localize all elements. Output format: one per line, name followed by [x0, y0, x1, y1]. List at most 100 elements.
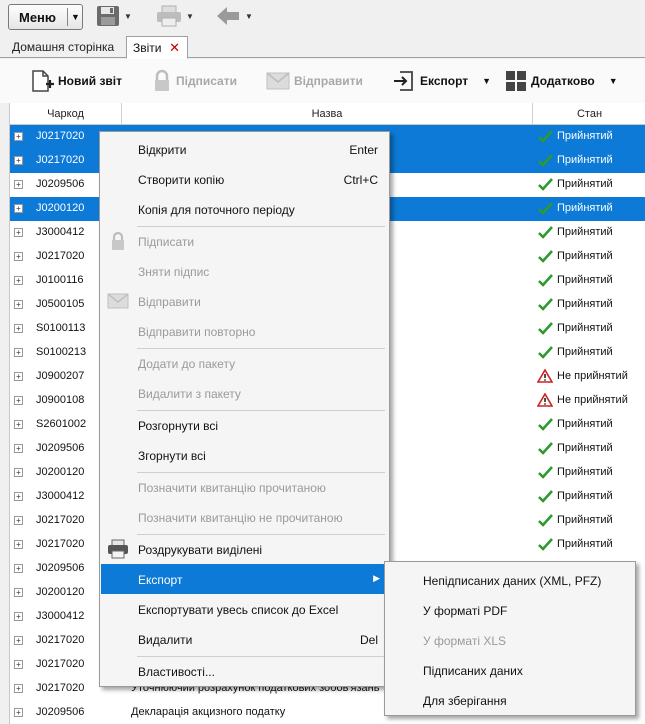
menu-item-0[interactable]: Відкрити Enter — [101, 134, 388, 164]
chevron-right-icon: ▶ — [373, 573, 380, 583]
expand-icon[interactable]: + — [14, 204, 23, 213]
expand-icon[interactable]: + — [14, 372, 23, 381]
expand-icon[interactable]: + — [14, 636, 23, 645]
chevron-down-icon[interactable]: ▼ — [124, 12, 132, 21]
tab-reports[interactable]: Звіти ✕ — [126, 36, 188, 59]
new-report-button[interactable]: Новий звіт — [30, 68, 122, 94]
menu-item-1[interactable]: Створити копію Ctrl+C — [101, 164, 388, 194]
menu-item-shortcut: Ctrl+C — [343, 173, 378, 187]
submenu-item-label: Для зберігання — [423, 694, 507, 708]
menu-item-9[interactable]: Додати до пакету — [101, 348, 388, 378]
checkmark-icon — [537, 489, 553, 503]
expand-icon[interactable]: + — [14, 156, 23, 165]
chevron-down-icon[interactable]: ▼ — [609, 76, 618, 86]
menu-item-7[interactable]: Відправити повторно — [101, 316, 388, 346]
menu-item-6[interactable]: Відправити — [101, 286, 388, 316]
additional-button[interactable]: Додатково ▼ — [505, 68, 618, 94]
menu-item-label: Додати до пакету — [138, 357, 236, 371]
menu-item-label: Відкрити — [138, 143, 187, 157]
menu-item-13[interactable]: Згорнути всі — [101, 440, 388, 470]
expand-icon[interactable]: + — [14, 588, 23, 597]
submenu-item-0[interactable]: Непідписаних даних (XML, PFZ) — [386, 564, 634, 594]
tab-home-page[interactable]: Домашня сторінка — [6, 36, 126, 58]
menu-item-18[interactable]: Роздрукувати виділені — [101, 534, 388, 564]
chevron-down-icon[interactable]: ▼ — [482, 76, 491, 86]
status-text: Не прийнятий — [557, 394, 628, 406]
expand-icon[interactable]: + — [14, 612, 23, 621]
submenu-item-3[interactable]: Підписаних даних — [386, 654, 634, 684]
menu-item-21[interactable]: Видалити Del — [101, 624, 388, 654]
expand-icon[interactable]: + — [14, 276, 23, 285]
send-button[interactable]: Відправити — [266, 68, 363, 94]
send-label: Відправити — [294, 74, 363, 88]
menu-item-2[interactable]: Копія для поточного періоду — [101, 194, 388, 224]
status-text: Прийнятий — [557, 466, 613, 478]
expand-icon[interactable]: + — [14, 540, 23, 549]
submenu-item-1[interactable]: У форматі PDF — [386, 594, 634, 624]
tab-label: Домашня сторінка — [12, 40, 115, 54]
checkmark-icon — [537, 465, 553, 479]
save-button[interactable]: ▼ — [96, 4, 132, 28]
menu-item-15[interactable]: Позначити квитанцію прочитаною — [101, 472, 388, 502]
expand-icon[interactable]: + — [14, 684, 23, 693]
submenu-item-4[interactable]: Для зберігання — [386, 684, 634, 714]
envelope-icon — [107, 291, 129, 311]
column-header-status[interactable]: Стан — [533, 108, 645, 120]
status-badge: Прийнятий — [537, 201, 645, 215]
column-header-name[interactable]: Назва — [122, 108, 532, 120]
checkmark-icon — [537, 441, 553, 455]
warning-icon — [537, 369, 553, 383]
floppy-disk-icon — [97, 6, 119, 26]
expand-icon[interactable]: + — [14, 300, 23, 309]
column-header-code[interactable]: Чаркод — [10, 108, 121, 120]
expand-icon[interactable]: + — [14, 468, 23, 477]
expand-icon[interactable]: + — [14, 660, 23, 669]
expand-icon[interactable]: + — [14, 396, 23, 405]
menu-item-4[interactable]: Підписати — [101, 226, 388, 256]
print-button[interactable]: ▼ — [156, 4, 194, 28]
status-badge: Прийнятий — [537, 177, 645, 191]
back-button[interactable]: ▼ — [215, 4, 253, 28]
expand-icon[interactable]: + — [14, 708, 23, 717]
grid-icon — [506, 71, 526, 91]
status-badge: Прийнятий — [537, 465, 645, 479]
close-icon[interactable]: ✕ — [169, 40, 180, 56]
sign-button[interactable]: Підписати — [152, 68, 237, 94]
status-badge: Прийнятий — [537, 225, 645, 239]
expand-icon[interactable]: + — [14, 420, 23, 429]
expand-icon[interactable]: + — [14, 252, 23, 261]
status-badge: Прийнятий — [537, 153, 645, 167]
menu-item-label: Створити копію — [138, 173, 225, 187]
menu-button[interactable]: Меню ▼ — [8, 4, 83, 30]
expand-icon[interactable]: + — [14, 132, 23, 141]
chevron-down-icon[interactable]: ▼ — [68, 12, 80, 22]
export-button[interactable]: Експорт ▼ — [392, 68, 491, 94]
export-submenu: Непідписаних даних (XML, PFZ) У форматі P… — [384, 561, 636, 716]
status-badge: Прийнятий — [537, 441, 645, 455]
menu-item-16[interactable]: Позначити квитанцію не прочитаною — [101, 502, 388, 532]
expand-icon[interactable]: + — [14, 228, 23, 237]
menu-item-19[interactable]: Експорт ▶ — [101, 564, 388, 594]
status-badge: Прийнятий — [537, 513, 645, 527]
expand-icon[interactable]: + — [14, 516, 23, 525]
expand-icon[interactable]: + — [14, 348, 23, 357]
menu-item-12[interactable]: Розгорнути всі — [101, 410, 388, 440]
chevron-down-icon[interactable]: ▼ — [245, 12, 253, 21]
menu-item-5[interactable]: Зняти підпис — [101, 256, 388, 286]
submenu-item-label: Непідписаних даних (XML, PFZ) — [423, 574, 602, 588]
expand-icon[interactable]: + — [14, 492, 23, 501]
status-text: Прийнятий — [557, 538, 613, 550]
chevron-down-icon[interactable]: ▼ — [186, 12, 194, 21]
expand-icon[interactable]: + — [14, 180, 23, 189]
submenu-item-2[interactable]: У форматі XLS — [386, 624, 634, 654]
status-text: Прийнятий — [557, 130, 613, 142]
expand-icon[interactable]: + — [14, 444, 23, 453]
expand-icon[interactable]: + — [14, 564, 23, 573]
status-badge: Прийнятий — [537, 345, 645, 359]
menu-item-10[interactable]: Видалити з пакету — [101, 378, 388, 408]
expand-icon[interactable]: + — [14, 324, 23, 333]
status-badge: Прийнятий — [537, 417, 645, 431]
menu-item-23[interactable]: Властивості... — [101, 656, 388, 686]
status-text: Прийнятий — [557, 346, 613, 358]
menu-item-20[interactable]: Експортувати увесь список до Excel — [101, 594, 388, 624]
